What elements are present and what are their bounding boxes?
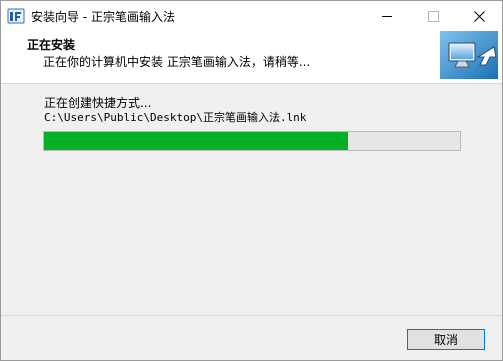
computer-arrow-icon xyxy=(440,31,498,79)
title-bar[interactable]: 安装向导 - 正宗笔画输入法 xyxy=(1,1,502,31)
current-file-path: C:\Users\Public\Desktop\正宗笔画输入法.lnk xyxy=(44,111,307,124)
cancel-button[interactable]: 取消 xyxy=(407,329,485,350)
close-button[interactable] xyxy=(456,1,502,31)
page-subtitle: 正在你的计算机中安装 正宗笔画输入法，请稍等... xyxy=(43,55,311,69)
installer-window: 安装向导 - 正宗笔画输入法 正在安装 正在你的计算机中安装 正宗笔画输入法，请… xyxy=(0,0,503,361)
progress-bar-fill xyxy=(44,132,348,150)
maximize-icon xyxy=(427,10,439,22)
close-icon xyxy=(473,10,485,22)
footer-divider xyxy=(1,315,502,316)
window-title: 安装向导 - 正宗笔画输入法 xyxy=(31,10,175,24)
progress-bar xyxy=(43,131,461,151)
maximize-button[interactable] xyxy=(410,1,456,31)
minimize-button[interactable] xyxy=(364,1,410,31)
header-panel: 正在安装 正在你的计算机中安装 正宗笔画输入法，请稍等... xyxy=(1,31,502,84)
installer-icon xyxy=(7,7,25,25)
minimize-icon xyxy=(382,15,392,17)
page-title: 正在安装 xyxy=(27,38,76,52)
